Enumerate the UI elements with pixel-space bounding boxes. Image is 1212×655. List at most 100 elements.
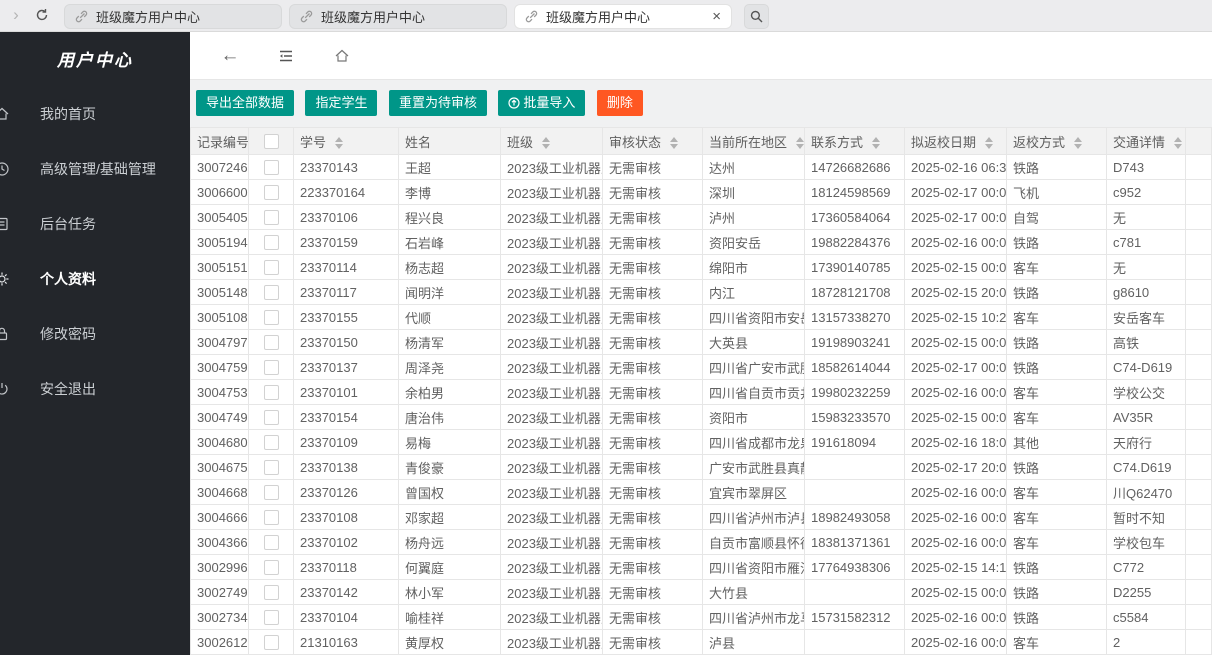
transport-detail-cell: 天府行 [1106, 429, 1186, 455]
row-checkbox[interactable] [263, 435, 279, 451]
sort-icon[interactable] [872, 137, 881, 150]
close-icon[interactable]: × [712, 9, 721, 24]
sort-icon[interactable] [985, 137, 994, 150]
row-checkbox[interactable] [263, 510, 279, 526]
status-cell: 无需审核 [602, 354, 703, 380]
row-checkbox[interactable] [263, 560, 279, 576]
sort-icon[interactable] [1174, 137, 1183, 150]
return-date-cell: 2025-02-15 00:00 [904, 579, 1007, 605]
row-checkbox[interactable] [263, 160, 279, 176]
browser-tab-1[interactable]: 班级魔方用户中心 [64, 4, 282, 29]
refresh-icon[interactable] [32, 0, 52, 32]
export-all-button[interactable]: 导出全部数据 [196, 90, 295, 116]
row-checkbox[interactable] [263, 285, 279, 301]
table-row: 3005148 23370117闻明洋2023级工业机器人无需审核内江187281… [190, 279, 1212, 305]
sidebar-item-tasks[interactable]: 后台任务 [0, 196, 190, 251]
class-cell: 2023级工业机器人 [500, 629, 603, 655]
sidebar: 用户中心 我的首页 高级管理/基础管理 后台任务 个人资料 修改密码 安全退出 [0, 32, 190, 655]
row-checkbox[interactable] [263, 335, 279, 351]
student-id-cell: 23370137 [293, 354, 399, 380]
sidebar-item-logout[interactable]: 安全退出 [0, 361, 190, 416]
sort-icon[interactable] [542, 137, 551, 150]
sidebar-item-home[interactable]: 我的首页 [0, 86, 190, 141]
row-checkbox[interactable] [263, 585, 279, 601]
region-cell: 大竹县 [702, 579, 805, 605]
class-cell: 2023级工业机器人 [500, 604, 603, 630]
table-row: 3002612 21310163黄厚权2023级工业机器人无需审核泸县 2025-0… [190, 629, 1212, 655]
row-checkbox-cell [248, 454, 294, 480]
name-cell: 曾国权 [398, 479, 501, 505]
name-cell: 青俊豪 [398, 454, 501, 480]
status-cell: 无需审核 [602, 229, 703, 255]
region-cell: 资阳安岳 [702, 229, 805, 255]
row-checkbox[interactable] [263, 410, 279, 426]
contact-cell: 15983233570 [804, 404, 905, 430]
row-checkbox[interactable] [263, 310, 279, 326]
browser-tab-3-active[interactable]: 班级魔方用户中心 × [514, 4, 732, 29]
table-row: 3005151 23370114杨志超2023级工业机器人无需审核绵阳市17390… [190, 254, 1212, 280]
row-checkbox-cell [248, 604, 294, 630]
record-id-cell: 3005148 [190, 279, 249, 305]
sidebar-item-management[interactable]: 高级管理/基础管理 [0, 141, 190, 196]
sidebar-item-profile[interactable]: 个人资料 [0, 251, 190, 306]
contact-cell: 17390140785 [804, 254, 905, 280]
back-arrow-icon[interactable]: ← [220, 45, 240, 66]
key-icon [0, 326, 10, 342]
forward-icon[interactable]: › [6, 0, 26, 32]
row-checkbox-cell [248, 629, 294, 655]
batch-import-button[interactable]: 批量导入 [498, 90, 586, 118]
column-header: 联系方式 [804, 127, 905, 155]
return-date-cell: 2025-02-15 20:00 [904, 279, 1007, 305]
tab-search-button[interactable] [744, 4, 769, 29]
row-checkbox[interactable] [263, 635, 279, 651]
row-checkbox[interactable] [263, 385, 279, 401]
row-checkbox[interactable] [263, 260, 279, 276]
sidebar-item-label: 后台任务 [40, 215, 96, 232]
contact-cell [804, 629, 905, 655]
upload-icon [508, 92, 521, 118]
extra-cell [1185, 279, 1212, 305]
column-header-extra [1185, 127, 1212, 155]
table-row: 3004666 23370108邓家超2023级工业机器人无需审核四川省泸州市泸县… [190, 504, 1212, 530]
sort-icon[interactable] [335, 137, 344, 150]
table-row: 3004753 23370101余柏男2023级工业机器人无需审核四川省自贡市贡井… [190, 379, 1212, 405]
sidebar-menu: 我的首页 高级管理/基础管理 后台任务 个人资料 修改密码 安全退出 [0, 84, 190, 416]
select-all-cell [248, 127, 294, 155]
column-header: 当前所在地区 [702, 127, 805, 155]
row-checkbox[interactable] [263, 535, 279, 551]
student-id-cell: 23370101 [293, 379, 399, 405]
row-checkbox[interactable] [263, 485, 279, 501]
select-all-checkbox[interactable] [263, 134, 279, 150]
row-checkbox[interactable] [263, 460, 279, 476]
row-checkbox[interactable] [263, 185, 279, 201]
name-cell: 代顺 [398, 304, 501, 330]
collapse-sidebar-icon[interactable] [276, 46, 296, 66]
reset-pending-button[interactable]: 重置为待审核 [388, 90, 487, 116]
record-id-cell: 3004366 [190, 529, 249, 555]
return-date-cell: 2025-02-16 00:00 [904, 604, 1007, 630]
return-method-cell: 飞机 [1006, 179, 1107, 205]
sort-icon[interactable] [796, 137, 804, 150]
assign-student-button[interactable]: 指定学生 [305, 90, 378, 116]
return-method-cell: 客车 [1006, 404, 1107, 430]
row-checkbox[interactable] [263, 360, 279, 376]
return-method-cell: 铁路 [1006, 279, 1107, 305]
sort-icon[interactable] [1074, 137, 1083, 150]
row-checkbox[interactable] [263, 235, 279, 251]
record-id-cell: 3002749 [190, 579, 249, 605]
browser-tab-2[interactable]: 班级魔方用户中心 [289, 4, 507, 29]
return-date-cell: 2025-02-16 00:00 [904, 504, 1007, 530]
home-icon[interactable] [332, 46, 352, 66]
return-method-cell: 客车 [1006, 379, 1107, 405]
contact-cell: 17360584064 [804, 204, 905, 230]
delete-button[interactable]: 删除 [596, 90, 643, 116]
record-id-cell: 3005194 [190, 229, 249, 255]
sidebar-item-password[interactable]: 修改密码 [0, 306, 190, 361]
sort-icon[interactable] [670, 137, 679, 150]
extra-cell [1185, 379, 1212, 405]
row-checkbox[interactable] [263, 210, 279, 226]
transport-detail-cell: AV35R [1106, 404, 1186, 430]
row-checkbox[interactable] [263, 610, 279, 626]
record-id-cell: 3007246 [190, 154, 249, 180]
return-method-cell: 铁路 [1006, 354, 1107, 380]
